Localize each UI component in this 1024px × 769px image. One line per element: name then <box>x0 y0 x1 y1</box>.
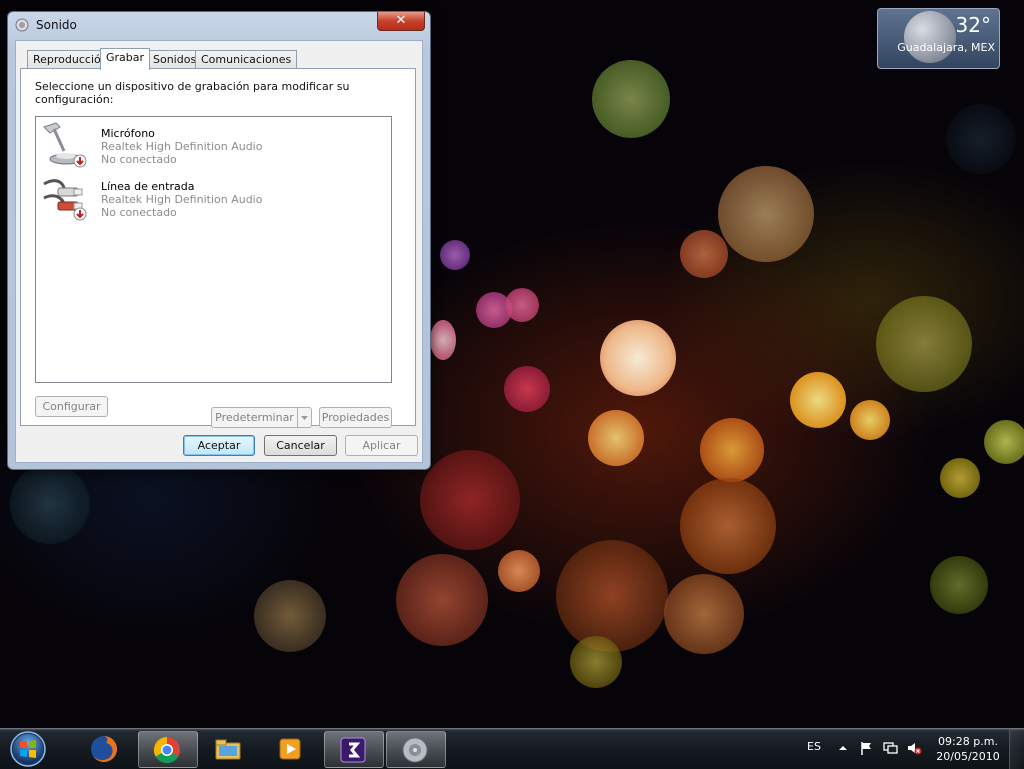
wallpaper-bokeh <box>718 166 814 262</box>
device-list[interactable]: Micrófono Realtek High Definition Audio … <box>35 116 392 383</box>
sound-dialog[interactable]: Sonido ✕ Reproducción Grabar Sonidos Com… <box>7 11 431 470</box>
wallpaper-bokeh <box>700 418 764 482</box>
weather-city: Guadalajara, MEX <box>897 41 995 54</box>
wallpaper-bokeh <box>420 450 520 550</box>
flag-icon[interactable] <box>858 740 874 756</box>
explorer-folder-icon <box>215 739 241 760</box>
wallpaper-bokeh <box>850 400 890 440</box>
wallpaper-bokeh <box>984 420 1024 464</box>
weather-temperature: 32° <box>955 13 991 37</box>
wallpaper-bokeh <box>254 580 326 652</box>
firefox-icon <box>91 736 117 762</box>
clock-date: 20/05/2010 <box>936 750 1000 763</box>
properties-button[interactable]: Propiedades <box>319 407 392 428</box>
app-3-icon <box>340 737 366 763</box>
ok-button[interactable]: Aceptar <box>183 435 255 456</box>
wallpaper-bokeh <box>588 410 644 466</box>
device-item-line-in[interactable]: Línea de entrada Realtek High Definition… <box>36 172 391 224</box>
cancel-button[interactable]: Cancelar <box>264 435 337 456</box>
configure-button[interactable]: Configurar <box>35 396 108 417</box>
device-name: Micrófono <box>101 127 155 140</box>
network-icon[interactable] <box>882 740 898 756</box>
device-status: No conectado <box>101 153 177 166</box>
wallpaper-bokeh <box>10 464 90 544</box>
device-status: No conectado <box>101 206 177 219</box>
recording-tab-panel: Seleccione un dispositivo de grabación p… <box>20 68 416 426</box>
taskbar-item-chrome[interactable] <box>138 731 198 768</box>
taskbar-item-sound[interactable] <box>386 731 446 768</box>
wallpaper-bokeh <box>505 288 539 322</box>
device-driver: Realtek High Definition Audio <box>101 193 263 206</box>
wallpaper-bokeh <box>664 574 744 654</box>
wallpaper-bokeh <box>556 540 668 652</box>
close-button[interactable]: ✕ <box>377 12 425 31</box>
wallpaper-bokeh <box>680 478 776 574</box>
weather-gadget[interactable]: 32° Guadalajara, MEX <box>877 8 1000 69</box>
wallpaper-bokeh <box>930 556 988 614</box>
set-default-dropdown-arrow[interactable] <box>297 407 312 428</box>
tab-recording[interactable]: Grabar <box>100 48 151 70</box>
chevron-down-icon <box>301 416 308 420</box>
taskbar-item-media-player[interactable] <box>262 731 320 766</box>
dialog-client-area: Reproducción Grabar Sonidos Comunicacion… <box>15 40 423 463</box>
wallpaper-bokeh <box>680 230 728 278</box>
taskbar-item-firefox[interactable] <box>76 731 134 766</box>
wallpaper-bokeh <box>790 372 846 428</box>
wallpaper-bokeh <box>504 366 550 412</box>
wallpaper-bokeh <box>946 104 1016 174</box>
wallpaper-bokeh <box>430 320 456 360</box>
set-default-button[interactable]: Predeterminar <box>211 407 298 428</box>
device-item-microphone[interactable]: Micrófono Realtek High Definition Audio … <box>36 119 391 171</box>
device-name: Línea de entrada <box>101 180 195 193</box>
tab-communications[interactable]: Comunicaciones <box>195 50 298 68</box>
clock-time: 09:28 p.m. <box>938 735 998 748</box>
wallpaper-bokeh <box>570 636 622 688</box>
chevron-up-icon[interactable] <box>835 740 851 756</box>
wallpaper-bokeh <box>592 60 670 138</box>
moon-icon <box>904 11 956 63</box>
tab-sounds[interactable]: Sonidos <box>147 50 203 68</box>
wallpaper-bokeh <box>600 320 676 396</box>
wallpaper-bokeh <box>876 296 972 392</box>
taskbar-item-explorer[interactable] <box>200 731 258 766</box>
speaker-icon <box>15 18 29 32</box>
window-title: Sonido <box>36 18 77 32</box>
wallpaper-bokeh <box>940 458 980 498</box>
taskbar-item-app[interactable] <box>324 731 384 768</box>
language-indicator[interactable]: ES <box>807 740 821 753</box>
desktop[interactable]: 32° Guadalajara, MEX Sonido ✕ Reproducci… <box>0 0 1024 728</box>
volume-muted-icon[interactable] <box>906 740 922 756</box>
wallpaper-bokeh <box>440 240 470 270</box>
chrome-icon <box>153 736 180 764</box>
start-button[interactable] <box>3 730 53 768</box>
line-in-jack-icon <box>43 179 87 221</box>
microphone-icon <box>43 122 87 168</box>
show-desktop-button[interactable] <box>1009 729 1024 769</box>
wallpaper-bokeh <box>498 550 540 592</box>
taskbar: ES 09:28 p.m. 20/05/2010 <box>0 728 1024 769</box>
device-driver: Realtek High Definition Audio <box>101 140 263 153</box>
clock[interactable]: 09:28 p.m. 20/05/2010 <box>930 734 1006 764</box>
speaker-icon <box>402 737 428 763</box>
media-player-icon <box>279 738 301 760</box>
apply-button[interactable]: Aplicar <box>345 435 418 456</box>
instructions-text: Seleccione un dispositivo de grabación p… <box>35 80 350 106</box>
wallpaper-bokeh <box>396 554 488 646</box>
